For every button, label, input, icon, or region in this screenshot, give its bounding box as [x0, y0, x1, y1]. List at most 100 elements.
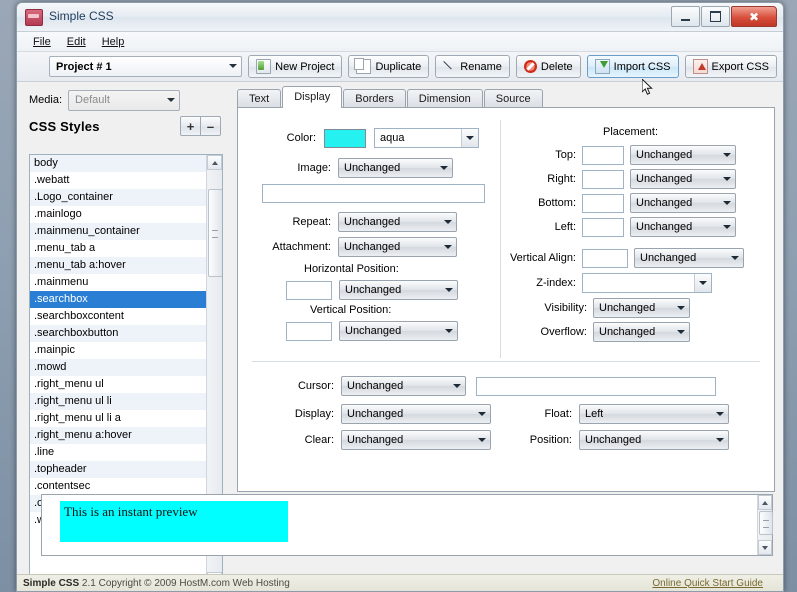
- close-button[interactable]: ✖: [731, 6, 777, 27]
- style-actions: + –: [180, 116, 221, 136]
- chevron-down-icon[interactable]: [712, 431, 728, 449]
- float-select[interactable]: Left: [579, 404, 729, 424]
- vertical-position-select[interactable]: Unchanged: [339, 321, 458, 341]
- horizontal-position-select[interactable]: Unchanged: [339, 280, 458, 300]
- vertical-position-input[interactable]: [286, 321, 332, 341]
- vertical-align-input[interactable]: [582, 248, 628, 268]
- list-item[interactable]: .contentsec: [30, 478, 206, 495]
- menu-help[interactable]: Help: [95, 34, 132, 50]
- display-select[interactable]: Unchanged: [341, 404, 491, 424]
- placement-right-input[interactable]: [582, 169, 624, 189]
- menu-edit[interactable]: Edit: [60, 34, 93, 50]
- chevron-down-icon[interactable]: [440, 213, 456, 231]
- chevron-down-icon[interactable]: [719, 170, 735, 188]
- list-item[interactable]: .menu_tab a:hover: [30, 257, 206, 274]
- import-css-button[interactable]: Import CSS: [586, 55, 679, 78]
- media-select[interactable]: Default: [68, 89, 181, 111]
- attachment-select[interactable]: Unchanged: [338, 237, 457, 257]
- chevron-down-icon[interactable]: [436, 159, 452, 177]
- list-item[interactable]: .right_menu ul li a: [30, 410, 206, 427]
- preview-content: This is an instant preview: [42, 495, 757, 555]
- placement-top-select[interactable]: Unchanged: [630, 145, 736, 165]
- color-value-select[interactable]: aqua: [374, 128, 479, 148]
- export-css-button[interactable]: Export CSS: [684, 55, 777, 78]
- placement-top-input[interactable]: [582, 145, 624, 165]
- tab-text[interactable]: Text: [237, 89, 282, 108]
- tab-dimension[interactable]: Dimension: [406, 89, 483, 108]
- list-item[interactable]: .webatt: [30, 172, 206, 189]
- cursor-value: Unchanged: [347, 380, 404, 392]
- placement-left-input[interactable]: [582, 217, 624, 237]
- position-select[interactable]: Unchanged: [579, 430, 729, 450]
- placement-left-select[interactable]: Unchanged: [630, 217, 736, 237]
- delete-button[interactable]: Delete: [515, 55, 581, 78]
- image-select[interactable]: Unchanged: [338, 158, 453, 178]
- chevron-down-icon[interactable]: [440, 238, 456, 256]
- clear-select[interactable]: Unchanged: [341, 430, 491, 450]
- rename-button[interactable]: Rename: [435, 55, 510, 78]
- chevron-down-icon[interactable]: [474, 431, 490, 449]
- chevron-down-icon[interactable]: [719, 146, 735, 164]
- list-item[interactable]: .right_menu ul: [30, 376, 206, 393]
- horizontal-position-input[interactable]: [286, 280, 332, 300]
- image-url-input[interactable]: [262, 184, 485, 203]
- quick-start-guide-link[interactable]: Online Quick Start Guide: [652, 578, 777, 589]
- cursor-text-input[interactable]: [476, 376, 716, 396]
- chevron-down-icon[interactable]: [727, 249, 743, 267]
- list-item[interactable]: .right_menu a:hover: [30, 427, 206, 444]
- scrollbar-thumb[interactable]: [208, 189, 222, 277]
- chevron-down-icon[interactable]: [449, 377, 465, 395]
- placement-bottom-select[interactable]: Unchanged: [630, 193, 736, 213]
- chevron-down-icon[interactable]: [461, 129, 478, 147]
- position-value: Unchanged: [585, 434, 642, 446]
- new-project-button[interactable]: New Project: [248, 55, 343, 78]
- chevron-down-icon[interactable]: [719, 194, 735, 212]
- preview-scroll-up-button[interactable]: [758, 495, 772, 510]
- list-item[interactable]: .searchboxbutton: [30, 325, 206, 342]
- repeat-select[interactable]: Unchanged: [338, 212, 457, 232]
- add-style-button[interactable]: +: [180, 116, 201, 136]
- chevron-down-icon[interactable]: [712, 405, 728, 423]
- tab-source[interactable]: Source: [483, 89, 543, 108]
- menu-file[interactable]: File: [26, 34, 58, 50]
- remove-style-button[interactable]: –: [201, 116, 221, 136]
- preview-scroll-down-button[interactable]: [758, 540, 772, 555]
- list-item[interactable]: .mainlogo: [30, 206, 206, 223]
- vertical-align-select[interactable]: Unchanged: [634, 248, 744, 268]
- chevron-down-icon[interactable]: [673, 299, 689, 317]
- overflow-select[interactable]: Unchanged: [593, 322, 690, 342]
- list-item[interactable]: .mowd: [30, 359, 206, 376]
- chevron-down-icon[interactable]: [474, 405, 490, 423]
- chevron-down-icon[interactable]: [441, 322, 457, 340]
- maximize-button[interactable]: [701, 6, 730, 27]
- project-select[interactable]: Project # 1: [49, 56, 243, 77]
- visibility-select[interactable]: Unchanged: [593, 298, 690, 318]
- list-item[interactable]: .right_menu ul li: [30, 393, 206, 410]
- scroll-up-button[interactable]: [207, 155, 222, 170]
- list-item[interactable]: .Logo_container: [30, 189, 206, 206]
- preview-scrollbar-thumb[interactable]: [759, 511, 773, 535]
- list-item[interactable]: .mainpic: [30, 342, 206, 359]
- chevron-down-icon[interactable]: [673, 323, 689, 341]
- chevron-down-icon[interactable]: [441, 281, 457, 299]
- minimize-button[interactable]: [671, 6, 700, 27]
- preview-scrollbar[interactable]: [757, 495, 773, 555]
- z-index-select[interactable]: [582, 273, 712, 293]
- placement-right-select[interactable]: Unchanged: [630, 169, 736, 189]
- list-item[interactable]: .searchboxcontent: [30, 308, 206, 325]
- list-item[interactable]: .menu_tab a: [30, 240, 206, 257]
- list-item[interactable]: .mainmenu: [30, 274, 206, 291]
- cursor-select[interactable]: Unchanged: [341, 376, 466, 396]
- list-item[interactable]: body: [30, 155, 206, 172]
- chevron-down-icon[interactable]: [694, 274, 711, 292]
- color-swatch[interactable]: [324, 128, 366, 148]
- list-item[interactable]: .searchbox: [30, 291, 206, 308]
- duplicate-button[interactable]: Duplicate: [348, 55, 430, 78]
- list-item[interactable]: .mainmenu_container: [30, 223, 206, 240]
- tab-display[interactable]: Display: [282, 86, 343, 108]
- chevron-down-icon[interactable]: [719, 218, 735, 236]
- tab-borders[interactable]: Borders: [343, 89, 406, 108]
- list-item[interactable]: .topheader: [30, 461, 206, 478]
- list-item[interactable]: .line: [30, 444, 206, 461]
- placement-bottom-input[interactable]: [582, 193, 624, 213]
